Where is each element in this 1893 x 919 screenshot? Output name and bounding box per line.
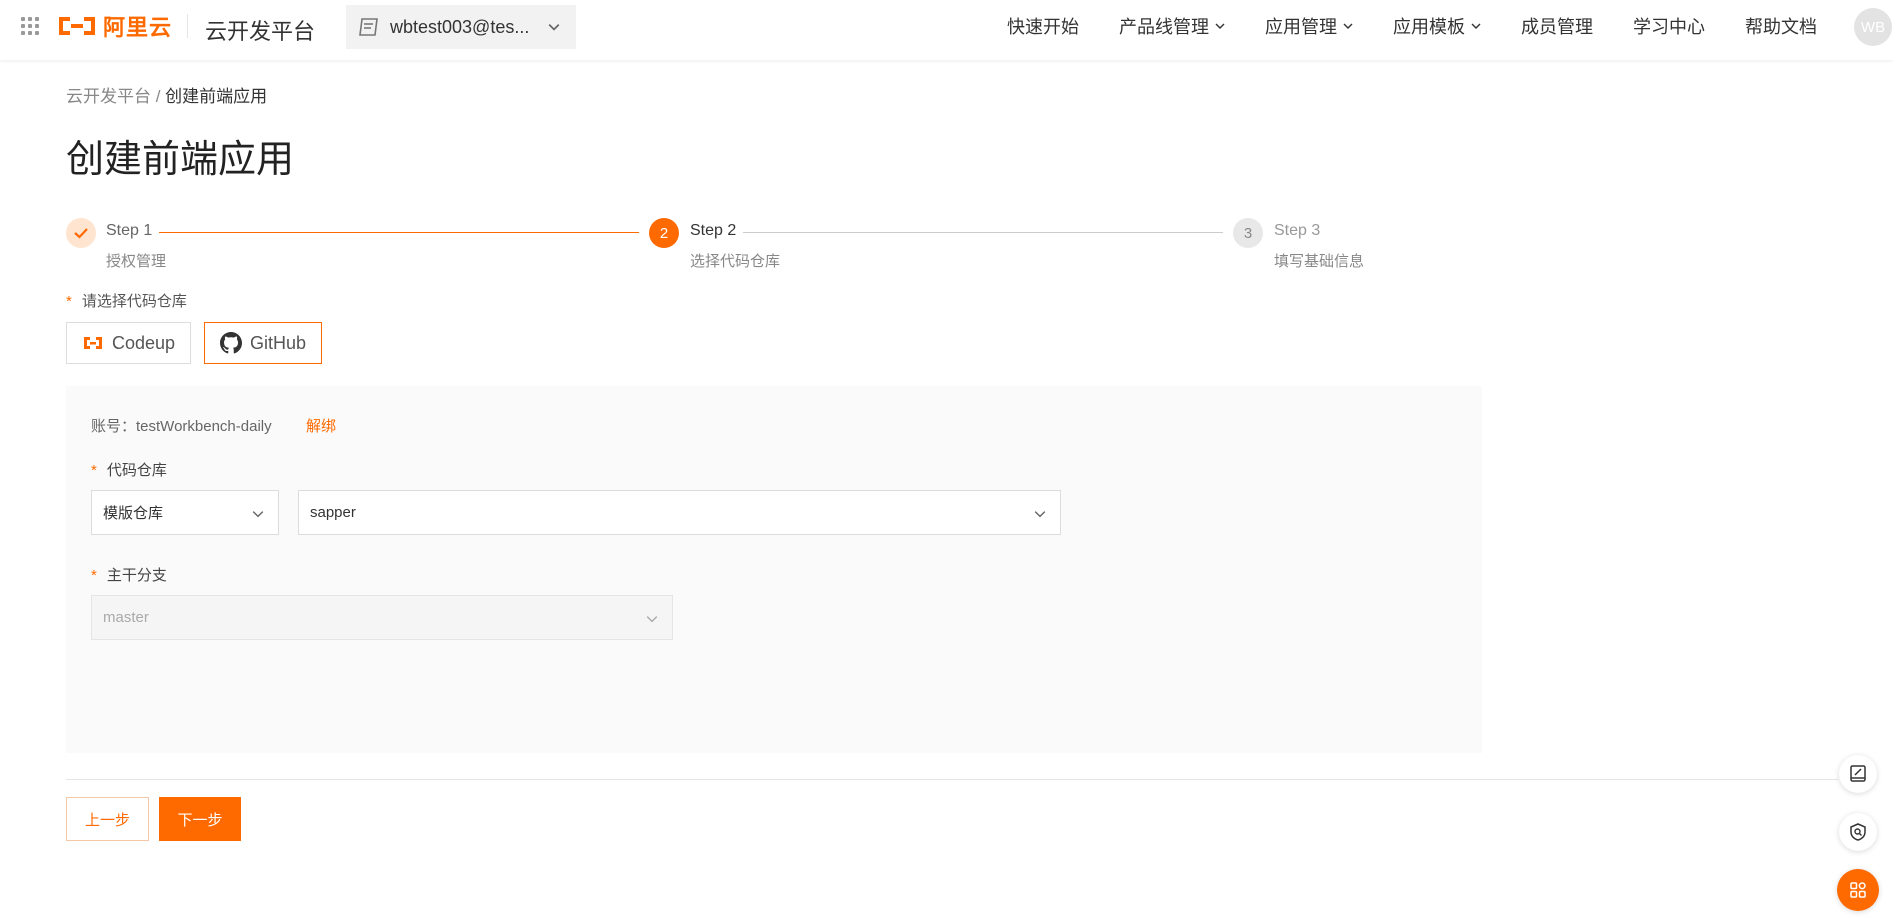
breadcrumb-current: 创建前端应用 bbox=[165, 87, 268, 106]
github-source-button[interactable]: GitHub bbox=[204, 322, 322, 364]
feedback-float-button[interactable] bbox=[1839, 755, 1877, 793]
repo-field-label: * 代码仓库 bbox=[91, 459, 167, 480]
chevron-down-icon bbox=[548, 24, 560, 31]
repo-source-label-text: 请选择代码仓库 bbox=[81, 293, 187, 310]
repo-field-label-text: 代码仓库 bbox=[106, 462, 167, 479]
repo-type-chevron bbox=[252, 507, 264, 524]
security-float-button[interactable] bbox=[1839, 813, 1877, 851]
chevron-down-icon bbox=[252, 511, 264, 518]
nav-app-templates[interactable]: 应用模板 bbox=[1393, 13, 1481, 39]
chevron-down-icon bbox=[646, 616, 658, 623]
logo-divider bbox=[187, 14, 188, 38]
next-step-button[interactable]: 下一步 bbox=[159, 797, 241, 841]
github-label: GitHub bbox=[249, 332, 307, 353]
aliyun-logo-icon bbox=[59, 17, 95, 35]
nav-help-docs[interactable]: 帮助文档 bbox=[1745, 13, 1817, 39]
nav-quick-start[interactable]: 快速开始 bbox=[1007, 13, 1079, 39]
nav-app-management[interactable]: 应用管理 bbox=[1265, 13, 1353, 39]
repo-value: sapper bbox=[310, 504, 356, 521]
github-config-panel: 账号：testWorkbench-daily 解绑 * 代码仓库 模版仓库 sap… bbox=[66, 386, 1482, 753]
required-mark: * bbox=[66, 293, 72, 310]
repo-chevron bbox=[1034, 507, 1046, 524]
nav-label: 应用模板 bbox=[1393, 17, 1465, 37]
github-icon bbox=[219, 332, 242, 354]
shield-search-icon bbox=[1850, 823, 1866, 841]
breadcrumb-separator: / bbox=[151, 87, 166, 106]
chevron-down-icon bbox=[1343, 23, 1353, 29]
chevron-down-icon bbox=[1471, 23, 1481, 29]
page-title: 创建前端应用 bbox=[66, 139, 295, 181]
account-switcher[interactable]: wbtest003@tes... bbox=[346, 5, 576, 49]
nav-product-lines[interactable]: 产品线管理 bbox=[1119, 13, 1225, 39]
required-mark: * bbox=[91, 462, 97, 479]
step-3-pending-indicator: 3 bbox=[1233, 218, 1263, 248]
nav-learning-center[interactable]: 学习中心 bbox=[1633, 13, 1705, 39]
branch-field-label-text: 主干分支 bbox=[106, 567, 167, 584]
breadcrumb: 云开发平台 / 创建前端应用 bbox=[66, 82, 267, 107]
step-1-connector bbox=[159, 232, 639, 233]
step-1-done-indicator bbox=[66, 218, 96, 248]
check-icon bbox=[74, 228, 88, 239]
required-mark: * bbox=[91, 567, 97, 584]
chevron-down-icon bbox=[1034, 511, 1046, 518]
branch-select[interactable]: master bbox=[91, 595, 673, 640]
repo-source-label: * 请选择代码仓库 bbox=[66, 290, 187, 311]
chevron-down-icon bbox=[1215, 23, 1225, 29]
step-2-desc: 选择代码仓库 bbox=[690, 253, 781, 270]
repo-select[interactable]: sapper bbox=[298, 490, 1061, 535]
nav-label: 快速开始 bbox=[1007, 17, 1079, 37]
nav-label: 成员管理 bbox=[1521, 17, 1593, 37]
nav-label: 产品线管理 bbox=[1119, 17, 1209, 37]
user-avatar[interactable]: WB bbox=[1854, 8, 1892, 46]
step-2-connector bbox=[743, 232, 1223, 233]
unbind-link[interactable]: 解绑 bbox=[306, 415, 336, 436]
step-indicator: Step 1 授权管理 2 Step 2 选择代码仓库 3 Step 3 填写基… bbox=[66, 218, 1366, 278]
account-card-icon bbox=[359, 18, 378, 36]
nav-label: 学习中心 bbox=[1633, 17, 1705, 37]
step-1-title: Step 1 bbox=[106, 222, 153, 239]
step-3-title: Step 3 bbox=[1274, 222, 1321, 239]
account-name: wbtest003@tes... bbox=[390, 16, 530, 37]
feedback-icon bbox=[1850, 765, 1866, 782]
step-1-desc: 授权管理 bbox=[106, 253, 167, 270]
step-3-desc: 填写基础信息 bbox=[1274, 253, 1365, 270]
previous-step-button[interactable]: 上一步 bbox=[66, 797, 149, 841]
nav-members[interactable]: 成员管理 bbox=[1521, 13, 1593, 39]
platform-title[interactable]: 云开发平台 bbox=[205, 14, 315, 46]
nav-label: 帮助文档 bbox=[1745, 17, 1817, 37]
repo-type-select[interactable]: 模版仓库 bbox=[91, 490, 279, 535]
brand-logo[interactable]: 阿里云 bbox=[57, 13, 173, 40]
step-2-title: Step 2 bbox=[690, 222, 737, 239]
apps-grid-icon[interactable] bbox=[21, 17, 39, 35]
brand-name: 阿里云 bbox=[103, 15, 173, 40]
branch-chevron bbox=[646, 612, 658, 629]
step-2-current-indicator: 2 bbox=[649, 218, 679, 248]
footer-divider bbox=[66, 779, 1838, 780]
branch-placeholder: master bbox=[103, 609, 149, 626]
top-navbar: 阿里云 云开发平台 wbtest003@tes... 快速开始 产品线管理 应用… bbox=[0, 0, 1893, 60]
main-nav: 快速开始 产品线管理 应用管理 应用模板 成员管理 学习中心 帮助文档 bbox=[967, 0, 1817, 52]
repo-type-value: 模版仓库 bbox=[103, 505, 164, 522]
codeup-label: Codeup bbox=[111, 332, 176, 353]
breadcrumb-root[interactable]: 云开发平台 bbox=[66, 87, 151, 106]
nav-label: 应用管理 bbox=[1265, 17, 1337, 37]
github-account-text: 账号：testWorkbench-daily bbox=[91, 418, 272, 435]
codeup-icon bbox=[83, 337, 102, 349]
more-apps-float-button[interactable] bbox=[1837, 869, 1879, 911]
codeup-source-button[interactable]: Codeup bbox=[66, 322, 191, 364]
branch-field-label: * 主干分支 bbox=[91, 564, 167, 585]
apps-icon bbox=[1850, 882, 1866, 898]
